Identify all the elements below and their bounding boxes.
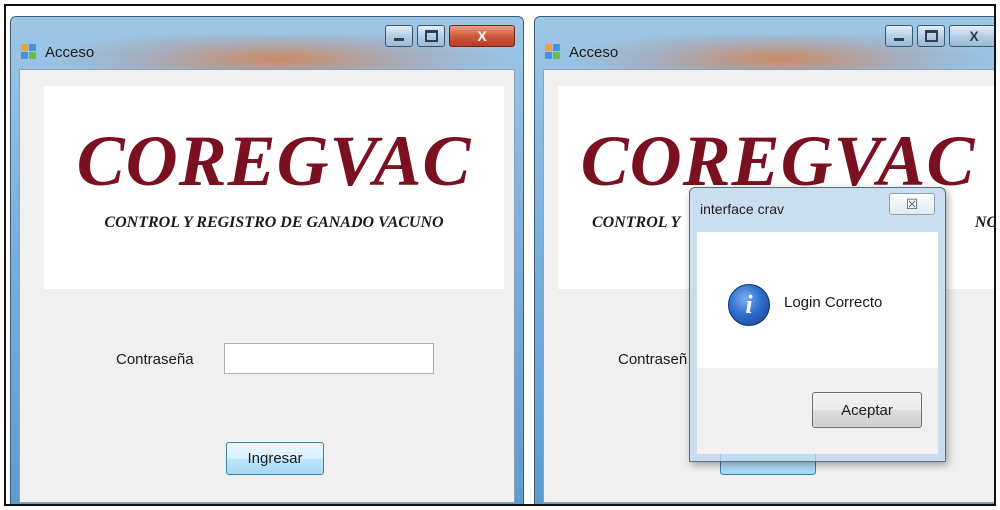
login-window-left: Acceso X COREGVAC CONTROL Y REGISTRO DE … xyxy=(10,16,524,504)
minimize-button[interactable] xyxy=(385,25,413,47)
aceptar-button[interactable]: Aceptar xyxy=(812,392,922,428)
app-icon xyxy=(21,44,37,60)
message-dialog: interface crav ☒ i Login Correcto Acepta… xyxy=(689,187,946,462)
titlebar[interactable]: Acceso X xyxy=(535,17,994,69)
close-icon: X xyxy=(969,28,979,44)
close-icon: X xyxy=(477,28,487,44)
dialog-message: Login Correcto xyxy=(784,294,883,311)
password-field[interactable] xyxy=(224,343,434,374)
dialog-body: i Login Correcto xyxy=(697,232,938,368)
window-title: Acceso xyxy=(45,44,95,61)
logo-subtitle-left: CONTROL Y xyxy=(592,214,681,231)
password-label: Contraseñ xyxy=(618,351,688,368)
titlebar[interactable]: Acceso X xyxy=(11,17,523,69)
minimize-icon xyxy=(394,37,404,41)
window-client-area: COREGVAC CONTROL Y REGISTRO DE GANADO VA… xyxy=(19,69,515,503)
info-icon: i xyxy=(728,284,770,326)
close-button[interactable]: X xyxy=(449,25,515,47)
minimize-button[interactable] xyxy=(885,25,913,47)
dialog-title: interface crav xyxy=(700,201,785,217)
dialog-footer: Aceptar xyxy=(697,368,938,454)
window-title: Acceso xyxy=(569,44,619,61)
ingresar-button[interactable]: Ingresar xyxy=(226,442,324,475)
maximize-button[interactable] xyxy=(417,25,445,47)
screenshot-frame: Acceso X COREGVAC CONTROL Y REGISTRO DE … xyxy=(4,4,996,506)
close-button[interactable]: X xyxy=(949,25,994,47)
minimize-icon xyxy=(894,37,904,41)
maximize-button[interactable] xyxy=(917,25,945,47)
close-icon: ☒ xyxy=(905,195,919,212)
app-icon xyxy=(545,44,561,60)
logo-panel: COREGVAC CONTROL Y REGISTRO DE GANADO VA… xyxy=(44,86,504,289)
dialog-close-button[interactable]: ☒ xyxy=(889,193,935,215)
maximize-icon xyxy=(924,30,938,42)
logo-subtitle-right: NO xyxy=(974,214,996,231)
maximize-icon xyxy=(424,30,438,42)
logo-title: COREGVAC xyxy=(76,121,472,201)
logo-subtitle: CONTROL Y REGISTRO DE GANADO VACUNO xyxy=(104,214,444,231)
password-label: Contraseña xyxy=(116,351,194,368)
